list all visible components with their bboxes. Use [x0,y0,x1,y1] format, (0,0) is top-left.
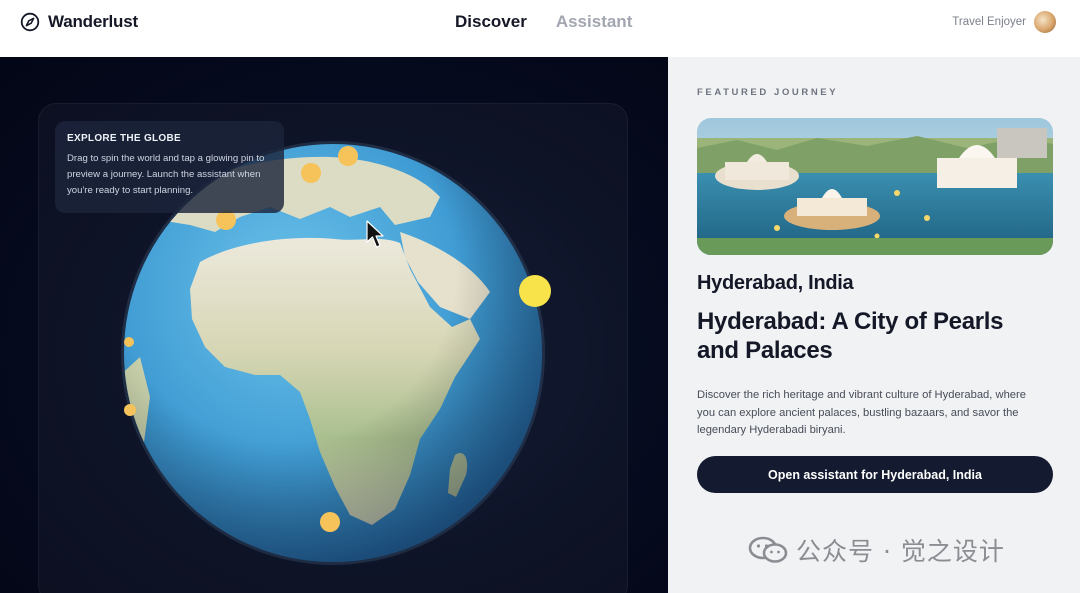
brand[interactable]: Wanderlust [20,12,138,32]
explore-tip: EXPLORE THE GLOBE Drag to spin the world… [55,121,284,213]
avatar-icon[interactable] [1034,11,1056,33]
main-nav: Discover Assistant [455,12,632,32]
journey-pin[interactable] [320,512,340,532]
featured-panel: FEATURED JOURNEY Hyderabad, India Hydera… [668,57,1080,593]
app-title: Wanderlust [48,12,138,31]
cursor-icon [366,220,384,248]
destination-title: Hyderabad, India [697,272,854,294]
wechat-icon [748,536,788,563]
tip-body: Drag to spin the world and tap a glowing… [67,153,265,196]
hero-image [697,118,1053,255]
journey-pin[interactable] [124,404,136,416]
top-bar: Wanderlust Discover Assistant Travel Enj… [0,0,1080,57]
globe-stage[interactable]: EXPLORE THE GLOBE Drag to spin the world… [0,57,668,593]
open-assistant-button[interactable]: Open assistant for Hyderabad, India [697,456,1053,493]
journey-pin[interactable] [338,146,358,166]
featured-eyebrow: FEATURED JOURNEY [697,87,839,98]
compass-icon [20,12,40,32]
tip-title: EXPLORE THE GLOBE [67,133,182,144]
tab-discover[interactable]: Discover [455,12,527,32]
tab-assistant[interactable]: Assistant [556,12,633,32]
journey-description: Discover the rich heritage and vibrant c… [697,389,1026,436]
journey-headline: Hyderabad: A City of Pearls and Palaces [697,308,1004,364]
journey-pin[interactable] [124,337,134,347]
journey-pin[interactable] [301,163,321,183]
watermark: 公众号 · 觉之设计 [748,532,1005,568]
watermark-text: 公众号 · 觉之设计 [796,537,1005,566]
user-menu[interactable]: Travel Enjoyer [952,11,1056,33]
journey-pin-active[interactable] [519,275,551,307]
user-name: Travel Enjoyer [952,16,1026,28]
journey-pin[interactable] [216,210,236,230]
